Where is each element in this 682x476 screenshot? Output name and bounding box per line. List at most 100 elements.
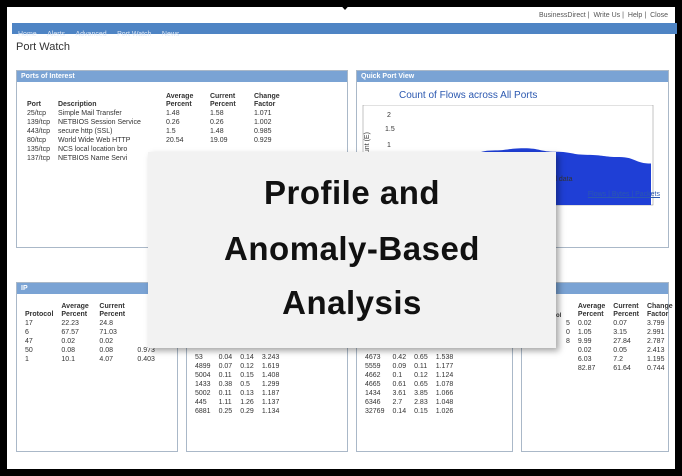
metric-links: Flows | Bytes | Packets xyxy=(587,191,660,198)
table-cell: 0.26 xyxy=(165,119,180,126)
table-row: 32769 0.14 0.15 1.026 xyxy=(361,407,457,416)
table-cell: 0.12 xyxy=(240,363,254,370)
nav-home[interactable]: Home xyxy=(18,31,37,38)
col-right-cur: Current Percent xyxy=(613,303,639,318)
table-cell: 0.61 xyxy=(392,381,407,388)
overlay-line-3: Analysis xyxy=(282,284,422,321)
link-flows[interactable]: Flows xyxy=(588,191,606,198)
table-cell: 139/tcp xyxy=(27,119,50,126)
table-cell: 0.02 xyxy=(577,320,592,327)
nav-port-watch[interactable]: Port Watch xyxy=(117,31,151,38)
table-cell: 1.48 xyxy=(165,110,180,117)
table-cell: 2.787 xyxy=(646,338,665,345)
link-bytes[interactable]: Bytes xyxy=(612,191,630,198)
col-right-avg: Average Percent xyxy=(577,303,606,318)
table-cell: 1.619 xyxy=(261,363,280,370)
col-right-change: Change Factor xyxy=(646,303,673,318)
table-cell: 1.538 xyxy=(435,354,454,361)
table-row: 1433 0.38 0.5 1.299 xyxy=(191,380,283,389)
table-cell: 0.09 xyxy=(392,363,407,370)
table-cell: 0.1 xyxy=(392,372,403,379)
table-cell: World Wide Web HTTP xyxy=(57,137,131,144)
col-protocol: Protocol xyxy=(25,311,54,318)
table-cell: 0.11 xyxy=(218,372,232,379)
table-cell: 2.413 xyxy=(646,347,665,354)
table-cell: 0.14 xyxy=(240,354,254,361)
table-cell: 0.02 xyxy=(61,338,76,345)
table-row: 82.87 61.64 0.744 xyxy=(562,364,677,373)
table-cell: 25/tcp xyxy=(27,110,47,117)
nav-advanced[interactable]: Advanced xyxy=(76,31,107,38)
table-cell: 2.83 xyxy=(414,399,428,406)
table-cell: 0.14 xyxy=(392,408,407,415)
link-packets[interactable]: Packets xyxy=(635,191,660,198)
table-cell: 6 xyxy=(25,329,29,336)
table-cell: 1.137 xyxy=(261,399,280,406)
table-cell xyxy=(562,355,574,364)
table-cell: 0.07 xyxy=(613,320,627,327)
table-cell: 32769 xyxy=(365,408,385,415)
table-cell: 1.195 xyxy=(646,356,665,363)
right-table: Average Percent Current Percent Change F… xyxy=(562,303,677,373)
table-cell: 61.64 xyxy=(613,365,631,372)
nav-bar: Home Alerts Advanced Port Watch News xyxy=(12,23,677,38)
table-row: 6.03 7.2 1.195 xyxy=(562,355,677,364)
link-businessdirect[interactable]: BusinessDirect xyxy=(539,12,586,19)
overlay-title-box: Profile and Anomaly-Based Analysis xyxy=(148,152,556,348)
table-cell: 5004 xyxy=(195,372,211,379)
table-cell: 0.29 xyxy=(240,408,254,415)
y-tick-1: 1.5 xyxy=(385,126,395,133)
table-cell: 20.54 xyxy=(165,137,184,144)
table-cell: 0.11 xyxy=(218,390,232,397)
table-row: 4899 0.07 0.12 1.619 xyxy=(191,362,283,371)
table-cell: 443/tcp xyxy=(27,128,50,135)
ip-row: 50 0.08 0.08 0.973 xyxy=(21,346,159,355)
table-cell: 3.85 xyxy=(414,390,428,397)
table-cell: 71.03 xyxy=(99,329,117,336)
col-change: Change Factor xyxy=(253,93,280,108)
nav-news[interactable]: News xyxy=(162,31,180,38)
table-cell: 0.12 xyxy=(414,372,428,379)
table-cell: 1.002 xyxy=(253,119,272,126)
table-cell: 1.078 xyxy=(435,381,454,388)
table-cell: 3.15 xyxy=(613,329,627,336)
table-cell xyxy=(562,364,574,373)
table-cell: 7.2 xyxy=(613,356,624,363)
table-row: 0.02 0.05 2.413 xyxy=(562,346,677,355)
link-write-us[interactable]: Write Us xyxy=(593,12,620,19)
table-row: 53 0.04 0.14 3.243 xyxy=(191,353,283,362)
table-cell: 0.11 xyxy=(414,363,428,370)
table-cell: 1.11 xyxy=(218,399,232,406)
table-cell: 1.066 xyxy=(435,390,454,397)
table-cell: 80/tcp xyxy=(27,137,47,144)
link-help[interactable]: Help xyxy=(628,12,642,19)
table-cell: 5559 xyxy=(365,363,381,370)
table-cell: 1.05 xyxy=(577,329,592,336)
table-cell: 1.048 xyxy=(435,399,454,406)
table-cell: 1433 xyxy=(195,381,211,388)
table-cell: 5002 xyxy=(195,390,211,397)
page-title: Port Watch xyxy=(16,41,70,53)
port-row: 139/tcp NETBIOS Session Service 0.26 0.26 1.… xyxy=(23,118,292,127)
mid-table-1: 53 0.04 0.14 3.243 4899 0.07 0.12 1.619 5004 0.11… xyxy=(191,353,283,416)
table-cell: 0.744 xyxy=(646,365,665,372)
overlay-line-2: Anomaly-Based xyxy=(224,230,480,267)
table-row: 6881 0.25 0.29 1.134 xyxy=(191,407,283,416)
table-cell: 47 xyxy=(25,338,33,345)
table-cell: 4665 xyxy=(365,381,381,388)
table-cell: 10.1 xyxy=(61,356,76,363)
table-cell: 0.07 xyxy=(218,363,233,370)
table-cell: 1.177 xyxy=(435,363,454,370)
col-port: Port xyxy=(27,101,41,108)
port-row: 443/tcp secure http (SSL) 1.5 1.48 0.985 xyxy=(23,127,292,136)
col-avg: Average Percent xyxy=(165,93,194,108)
table-cell: 1.58 xyxy=(209,110,224,117)
table-cell: secure http (SSL) xyxy=(57,128,113,135)
nav-alerts[interactable]: Alerts xyxy=(47,31,65,38)
port-row: 80/tcp World Wide Web HTTP 20.54 19.09 0.929 xyxy=(23,136,292,145)
table-cell: 4673 xyxy=(365,354,381,361)
link-close[interactable]: Close xyxy=(650,12,668,19)
table-cell: 0.26 xyxy=(209,119,224,126)
table-row: 4673 0.42 0.65 1.538 xyxy=(361,353,457,362)
ip-row: 17 22.23 24.8 xyxy=(21,319,159,328)
